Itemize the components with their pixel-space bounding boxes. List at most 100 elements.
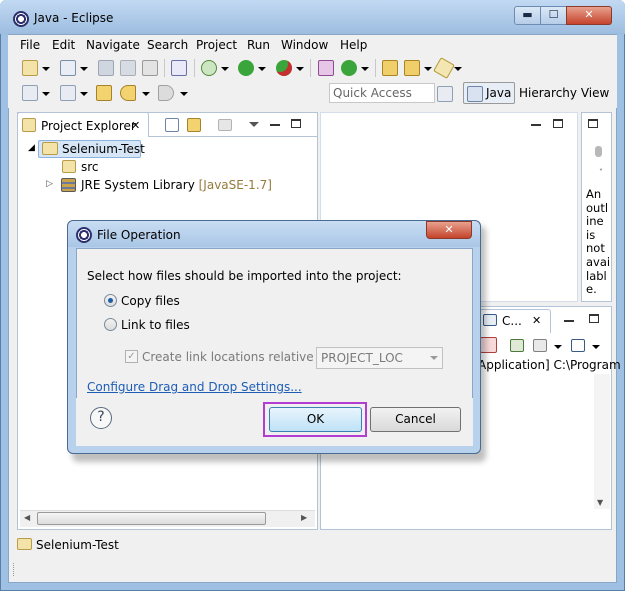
forward-icon[interactable] — [158, 85, 174, 101]
help-icon[interactable]: ? — [90, 407, 112, 429]
menu-help[interactable]: Help — [340, 38, 367, 52]
scrollbar-thumb[interactable] — [37, 512, 266, 525]
new-class-dropdown-icon[interactable] — [361, 67, 369, 71]
last-edit-icon[interactable] — [96, 85, 112, 101]
link-files-radio[interactable] — [104, 318, 117, 331]
tree-item-jre-library[interactable]: JRE System Library [JavaSE-1.7] — [81, 178, 272, 192]
new-package-icon[interactable] — [318, 60, 334, 76]
run-external-dropdown-icon[interactable] — [296, 67, 304, 71]
new-class-icon[interactable] — [341, 60, 357, 76]
scroll-left-icon[interactable]: ◀ — [24, 513, 30, 522]
maximize-icon[interactable] — [291, 119, 301, 128]
ok-button[interactable]: OK — [269, 407, 362, 432]
console-close-icon[interactable]: ✕ — [532, 314, 541, 327]
run-external-icon[interactable] — [276, 60, 292, 76]
drag-drop-settings-link[interactable]: Configure Drag and Drop Settings... — [87, 380, 302, 394]
outline-restore-icon[interactable] — [588, 119, 598, 128]
console-maximize-icon[interactable] — [589, 314, 599, 323]
cancel-button[interactable]: Cancel — [370, 407, 461, 432]
console-minimize-icon[interactable] — [564, 320, 574, 322]
next-annotation-dropdown-icon[interactable] — [42, 92, 50, 96]
view-menu-icon[interactable] — [249, 122, 259, 127]
chevron-down-icon[interactable] — [430, 356, 438, 360]
quick-access-input[interactable]: Quick Access — [329, 83, 435, 103]
menu-run[interactable]: Run — [247, 38, 270, 52]
link-editor-icon[interactable] — [187, 118, 201, 132]
minimize-button[interactable]: ▬ — [514, 6, 541, 25]
menu-search[interactable]: Search — [147, 38, 188, 52]
relative-link-checkbox[interactable]: ✓ — [125, 350, 138, 363]
menu-project[interactable]: Project — [196, 38, 237, 52]
new-dropdown-icon[interactable] — [42, 67, 50, 71]
menu-file[interactable]: File — [20, 38, 40, 52]
back-icon[interactable] — [120, 85, 136, 101]
prev-annotation-dropdown-icon[interactable] — [80, 92, 88, 96]
debug-icon[interactable] — [201, 60, 217, 76]
new-icon[interactable] — [22, 60, 38, 76]
next-annotation-icon[interactable] — [22, 85, 38, 101]
scroll-down-icon[interactable]: ▼ — [597, 498, 603, 507]
outline-line: avai — [586, 254, 610, 269]
separator — [164, 59, 165, 77]
new-java-icon[interactable] — [60, 60, 76, 76]
run-dropdown-icon[interactable] — [258, 67, 266, 71]
save-icon[interactable] — [98, 60, 114, 76]
close-button[interactable]: ✕ — [566, 6, 612, 25]
separator — [310, 59, 311, 77]
editor-minimize-icon[interactable] — [531, 124, 541, 126]
expand-arrow-icon[interactable]: ◢ — [28, 143, 35, 153]
menu-navigate[interactable]: Navigate — [86, 38, 140, 52]
prev-annotation-icon[interactable] — [60, 85, 76, 101]
run-icon[interactable] — [238, 60, 254, 76]
copy-files-radio[interactable] — [104, 294, 117, 307]
window-title: Java - Eclipse — [34, 11, 114, 25]
pin-console-icon[interactable] — [510, 339, 524, 352]
new-java-dropdown-icon[interactable] — [80, 67, 88, 71]
perspective-hierarchy-button[interactable]: Hierarchy View — [519, 86, 609, 100]
open-perspective-icon[interactable] — [437, 86, 453, 102]
menu-window[interactable]: Window — [281, 38, 328, 52]
link-files-label[interactable]: Link to files — [121, 318, 190, 332]
debug-dropdown-icon[interactable] — [221, 67, 229, 71]
tree-item-src[interactable]: src — [81, 160, 99, 174]
menu-bar: File Edit Navigate Search Project Run Wi… — [8, 35, 617, 55]
back-dropdown-icon[interactable] — [142, 92, 150, 96]
close-icon[interactable]: ✕ — [131, 119, 140, 132]
console-vertical-scrollbar[interactable] — [594, 374, 610, 509]
status-grip — [13, 563, 15, 576]
tree-item-selenium-test[interactable]: Selenium-Test — [62, 142, 145, 156]
open-type-icon[interactable] — [382, 60, 398, 76]
tab-console-label: C... — [502, 314, 522, 328]
scroll-right-icon[interactable]: ▶ — [301, 513, 307, 522]
outline-chevron-icon: ˅ — [599, 168, 603, 177]
dialog-close-button[interactable]: ✕ — [426, 221, 472, 239]
perspective-java-label: Java — [486, 86, 512, 100]
collapse-all-icon[interactable] — [165, 118, 179, 132]
maximize-button[interactable]: ☐ — [540, 6, 567, 25]
focus-task-icon[interactable] — [218, 119, 232, 131]
library-icon — [61, 178, 76, 192]
save-all-icon[interactable] — [120, 60, 136, 76]
open-console-icon[interactable] — [571, 339, 585, 352]
folder-icon — [22, 118, 36, 132]
open-task-icon[interactable] — [404, 60, 420, 76]
editor-maximize-icon[interactable] — [553, 119, 563, 128]
search-dropdown-icon[interactable] — [454, 67, 462, 71]
print-icon[interactable] — [142, 60, 158, 76]
open-console-dropdown-icon[interactable] — [592, 345, 600, 349]
copy-files-label[interactable]: Copy files — [121, 294, 180, 308]
menu-edit[interactable]: Edit — [52, 38, 75, 52]
open-task-dropdown-icon[interactable] — [424, 67, 432, 71]
import-prompt: Select how files should be imported into… — [87, 269, 402, 283]
outline-line: ine — [586, 214, 604, 229]
collapse-arrow-icon[interactable]: ▷ — [46, 179, 53, 189]
search-icon[interactable] — [433, 57, 455, 79]
tab-project-explorer-label: Project Explorer — [41, 119, 136, 133]
minimize-icon[interactable] — [270, 124, 280, 126]
display-console-dropdown-icon[interactable] — [554, 345, 562, 349]
skip-breakpoints-icon[interactable] — [171, 60, 187, 76]
display-console-icon[interactable] — [533, 339, 547, 352]
jre-library-label: JRE System Library — [81, 178, 195, 192]
separator — [375, 59, 376, 77]
forward-dropdown-icon[interactable] — [180, 92, 188, 96]
